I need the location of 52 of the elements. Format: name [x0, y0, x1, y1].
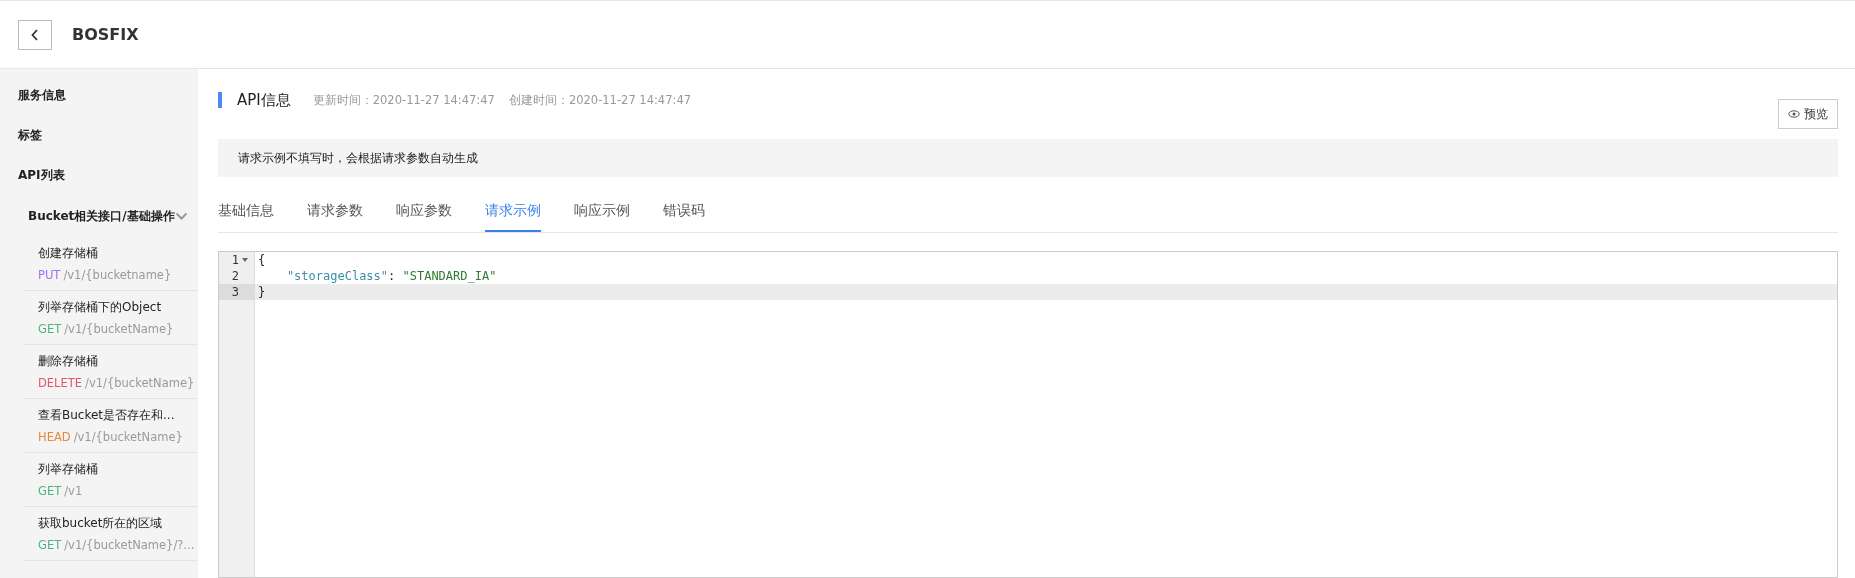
preview-button[interactable]: 预览	[1778, 99, 1838, 129]
line-number: 1	[231, 253, 239, 267]
created-time: 创建时间：2020-11-27 14:47:47	[508, 92, 691, 108]
sidebar-section[interactable]: 标签	[0, 115, 198, 155]
api-name: 查看Bucket是否存在和...	[38, 407, 176, 424]
notice-text: 请求示例不填写时，会根据请求参数自动生成	[238, 150, 478, 166]
api-path: /v1/{bucketName}/?...	[64, 538, 195, 552]
api-path: /v1	[64, 484, 83, 498]
api-path: /v1/{bucketName}	[64, 322, 174, 336]
sidebar-section[interactable]: API列表	[0, 155, 198, 195]
code-line: {	[258, 253, 266, 267]
chevron-left-icon	[30, 27, 40, 42]
tab[interactable]: 错误码	[663, 194, 705, 232]
api-group[interactable]: Bucket相关接口/基础操作	[0, 195, 198, 237]
api-item[interactable]: 删除存储桶 DELETE /v1/{bucketName}	[23, 345, 198, 399]
tab[interactable]: 请求参数	[307, 194, 363, 232]
sidebar-section[interactable]: 服务信息	[0, 75, 198, 115]
section-title: API信息	[237, 90, 291, 110]
api-name: 删除存储桶	[38, 353, 99, 370]
http-method: HEAD	[38, 430, 71, 444]
api-path: /v1/{bucketname}	[63, 268, 172, 282]
tab[interactable]: 响应示例	[574, 194, 630, 232]
tab[interactable]: 基础信息	[218, 194, 274, 232]
http-method: DELETE	[38, 376, 83, 390]
http-method: PUT	[38, 268, 61, 282]
api-name: 列举存储桶下的Object	[38, 299, 163, 316]
api-item[interactable]: 列举存储桶 GET /v1	[23, 453, 198, 507]
code-editor[interactable]: 1 2 3 { "storageClass": "STANDARD_IA" }	[218, 251, 1838, 578]
back-button[interactable]	[18, 19, 52, 50]
tab[interactable]: 请求示例	[485, 194, 541, 232]
http-method: GET	[38, 538, 62, 552]
tab[interactable]: 响应参数	[396, 194, 452, 232]
api-path: /v1/{bucketName}	[85, 376, 195, 390]
http-method: GET	[38, 322, 62, 336]
api-name: 列举存储桶	[38, 461, 99, 478]
fold-caret-icon[interactable]	[242, 258, 248, 262]
code-line: "storageClass": "STANDARD_IA"	[285, 269, 497, 283]
line-number: 3	[231, 285, 239, 299]
api-name: 获取bucket所在的区域	[38, 515, 164, 532]
api-item[interactable]: 创建存储桶 PUT /v1/{bucketname}	[23, 237, 198, 291]
http-method: GET	[38, 484, 62, 498]
code-line: }	[258, 285, 266, 299]
api-path: /v1/{bucketName}	[73, 430, 183, 444]
chevron-icon	[175, 211, 188, 221]
api-item[interactable]: 查看Bucket是否存在和... HEAD /v1/{bucketName}	[23, 399, 198, 453]
api-name: 创建存储桶	[38, 245, 99, 262]
updated-time: 更新时间：2020-11-27 14:47:47	[312, 92, 495, 108]
api-item[interactable]: 获取bucket所在的区域 GET /v1/{bucketName}/?...	[23, 507, 198, 561]
api-item[interactable]: 列举存储桶下的Object GET /v1/{bucketName}	[23, 291, 198, 345]
eye-icon	[1788, 110, 1800, 118]
line-number: 2	[231, 269, 239, 283]
page-title: BOSFIX	[72, 25, 139, 44]
